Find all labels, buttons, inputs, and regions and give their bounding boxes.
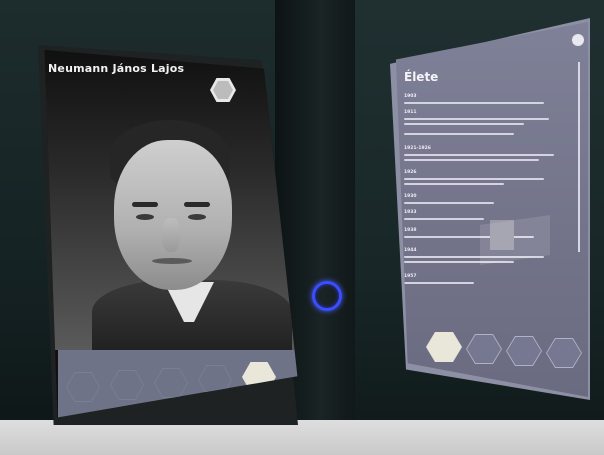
timeline-entry: 1903 — [404, 94, 554, 104]
left-touchscreen[interactable]: Neumann János Lajos — [44, 50, 298, 418]
portrait-photo: Neumann János Lajos — [44, 50, 298, 360]
scrollbar[interactable] — [578, 62, 580, 252]
timeline-entry: 1911 — [404, 110, 554, 125]
exhibit-scene: Neumann János Lajos Élete 1903 1911 1921… — [0, 0, 604, 455]
tree-icon[interactable] — [466, 334, 502, 364]
nav-hex-2[interactable] — [110, 370, 144, 400]
hexagon-active-icon[interactable] — [426, 332, 462, 362]
timeline-entry — [404, 130, 554, 135]
floor — [0, 420, 604, 455]
timeline-entry: 1957 — [404, 274, 554, 284]
scroll-knob-icon[interactable] — [572, 34, 584, 46]
hex-seal-icon — [210, 78, 236, 102]
group-icon[interactable] — [506, 336, 542, 366]
section-title: Élete — [404, 70, 439, 84]
timeline-entry: 1921-1926 — [404, 146, 554, 161]
timeline-entry: 1930 — [404, 194, 554, 204]
right-touchscreen[interactable]: Élete 1903 1911 1921-1926 1926 1930 1933… — [395, 22, 588, 397]
portrait-head — [92, 110, 292, 360]
person-name: Neumann János Lajos — [48, 62, 185, 75]
nav-hex-3[interactable] — [154, 368, 188, 398]
timeline-entry: 1926 — [404, 170, 554, 185]
blue-ring-sensor-icon[interactable] — [312, 281, 342, 311]
map-icon[interactable] — [546, 338, 582, 368]
nav-hex-1[interactable] — [66, 372, 100, 402]
